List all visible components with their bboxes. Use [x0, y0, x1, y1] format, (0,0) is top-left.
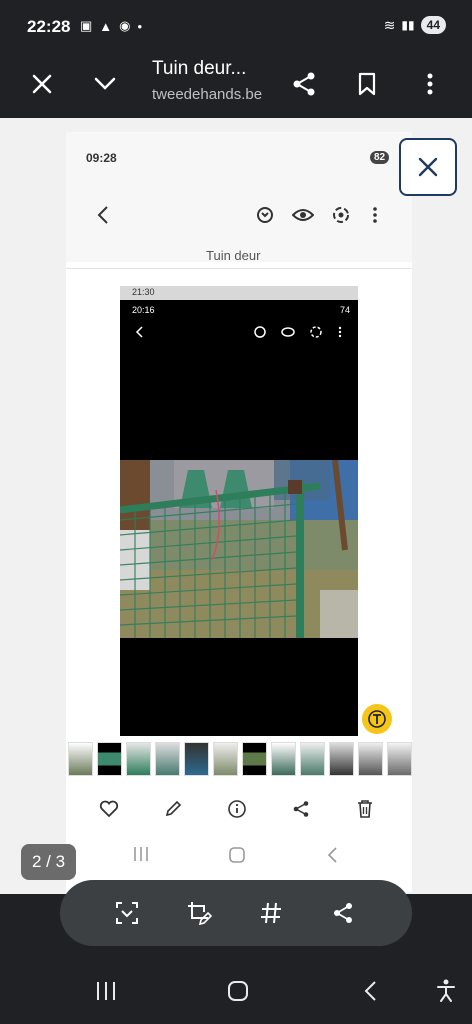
scan-text-button[interactable] — [110, 896, 144, 930]
thumbnail[interactable] — [68, 742, 93, 776]
close-icon — [418, 157, 438, 177]
back-icon — [97, 206, 108, 224]
more-vert-icon — [373, 207, 377, 223]
system-nav-bar — [0, 954, 472, 1024]
tag-button[interactable] — [254, 896, 288, 930]
screenshot-icon: ▣ — [80, 18, 93, 33]
inner-more-button — [360, 200, 390, 230]
recents-button[interactable] — [88, 976, 124, 1006]
inner-action-bar — [66, 792, 412, 826]
signal-icon: ▮▮ — [401, 18, 415, 32]
share-button[interactable] — [282, 62, 326, 106]
eye-icon — [292, 209, 314, 221]
home-icon — [228, 981, 248, 1001]
lens-icon — [333, 207, 349, 223]
warning-icon: ▲ — [99, 18, 113, 34]
chrome-icon: ◉ — [119, 18, 131, 33]
inner-delete-button — [348, 792, 382, 826]
thumbnail[interactable] — [329, 742, 354, 776]
remaster-icon — [257, 207, 273, 223]
inner-status-time: 09:28 — [86, 151, 117, 165]
minimize-button[interactable] — [83, 62, 127, 106]
recents-icon — [132, 846, 150, 867]
hashtag-icon — [261, 902, 281, 924]
thumbnail[interactable] — [126, 742, 151, 776]
inner-back-button — [88, 200, 118, 230]
heart-icon — [99, 800, 119, 818]
bookmark-button[interactable] — [345, 62, 389, 106]
thumbnail[interactable] — [271, 742, 296, 776]
status-bar: 22:28 ▣ ▲ ◉ • ≋ ▮▮ 44 — [0, 0, 472, 54]
close-viewer-button[interactable] — [399, 138, 457, 196]
trash-icon — [358, 800, 372, 818]
share-icon — [334, 903, 352, 923]
home-button[interactable] — [220, 976, 256, 1006]
thumbnail[interactable] — [155, 742, 180, 776]
inner-eye-button — [288, 200, 318, 230]
thumbnail[interactable] — [97, 742, 122, 776]
inner-nav-bar — [66, 842, 412, 872]
thumbnail[interactable] — [213, 742, 238, 776]
scan-icon — [116, 902, 138, 924]
page-url: tweedehands.be — [152, 86, 263, 103]
chevron-down-icon — [94, 77, 116, 90]
inner-share-button — [284, 792, 318, 826]
inner-status-bar: 09:28 82 — [66, 132, 412, 178]
battery-badge: 44 — [420, 16, 446, 34]
crop-edit-icon — [188, 902, 212, 926]
more-vert-icon — [427, 73, 433, 95]
accessibility-button[interactable] — [428, 976, 464, 1006]
inner-edit-button — [156, 792, 190, 826]
status-right: ≋ ▮▮ 44 — [384, 16, 446, 34]
close-tab-button[interactable] — [20, 62, 64, 106]
nested-battery: 74 — [339, 305, 350, 315]
inner-favorite-button — [92, 792, 126, 826]
dot-icon: • — [137, 18, 143, 34]
thumbnail[interactable] — [300, 742, 325, 776]
floating-toolbar — [60, 880, 412, 946]
nested-status-bar: 21:30 — [120, 286, 358, 300]
info-icon — [228, 800, 246, 818]
back-icon — [364, 981, 376, 1001]
thumbnail[interactable] — [184, 742, 209, 776]
thumbnail[interactable] — [387, 742, 412, 776]
recents-icon — [97, 982, 115, 1000]
inner-title: Tuin deur — [206, 248, 261, 263]
home-icon — [228, 846, 246, 869]
close-icon — [32, 74, 52, 94]
share-icon — [293, 801, 309, 817]
thumbnail[interactable] — [242, 742, 267, 776]
divider — [66, 268, 412, 269]
menu-button[interactable] — [408, 62, 452, 106]
back-button[interactable] — [352, 976, 388, 1006]
text-recognition-button[interactable] — [362, 704, 392, 734]
text-recognition-icon — [368, 710, 386, 728]
inner-remaster-button — [250, 200, 280, 230]
accessibility-icon — [437, 979, 455, 1002]
wifi-icon: ≋ — [383, 16, 396, 33]
listing-image[interactable]: 09:28 82 Tuin deur 21:30 20:16 74 — [66, 132, 412, 892]
thumbnail-strip — [66, 742, 412, 780]
nested-toolbar-icons — [135, 326, 342, 338]
pencil-icon — [165, 800, 182, 817]
nested-inner-time: 20:16 — [132, 305, 155, 315]
edit-screenshot-button[interactable] — [182, 896, 216, 930]
image-viewer: 09:28 82 Tuin deur 21:30 20:16 74 2 / 3 — [0, 118, 472, 894]
nested-time: 21:30 — [132, 287, 155, 297]
inner-battery-badge: 82 — [370, 151, 390, 164]
browser-top-bar: Tuin deur... tweedehands.be — [0, 54, 472, 118]
nested-phone-screenshot: 21:30 20:16 74 — [120, 286, 358, 736]
status-notification-icons: ▣ ▲ ◉ • — [80, 18, 142, 34]
inner-info-button — [220, 792, 254, 826]
back-icon — [326, 846, 338, 869]
status-time: 22:28 — [27, 17, 71, 36]
share-screenshot-button[interactable] — [326, 896, 360, 930]
thumbnail[interactable] — [358, 742, 383, 776]
page-title: Tuin deur... — [152, 58, 247, 79]
garden-gate-photo — [120, 460, 358, 638]
share-icon — [293, 72, 315, 96]
bookmark-icon — [358, 72, 376, 96]
image-counter: 2 / 3 — [21, 844, 77, 880]
inner-lens-button — [326, 200, 356, 230]
